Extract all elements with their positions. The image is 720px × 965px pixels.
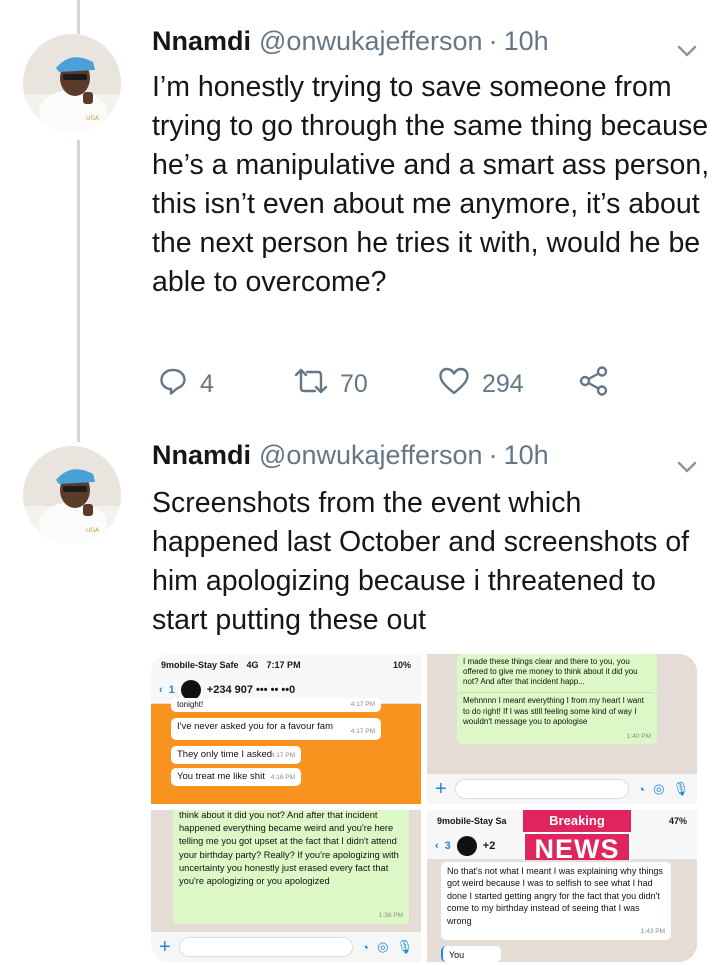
back-icon: ‹ <box>159 683 163 696</box>
status-time: 7:17 PM <box>266 660 301 670</box>
signal-carrier: 9mobile-Stay Sa <box>437 816 507 826</box>
tweet-2[interactable]: UGA Nnamdi @onwukajefferson · 10h Screen… <box>0 440 720 965</box>
phone-status-bar: 9mobile-Stay Safe 4G 7:17 PM 10% <box>151 654 421 676</box>
plus-icon[interactable]: + <box>159 937 171 957</box>
tweet-header: Nnamdi @onwukajefferson · 10h <box>152 440 549 480</box>
battery-level: 10% <box>392 660 411 670</box>
timestamp[interactable]: 10h <box>504 440 549 471</box>
message-input-bar: + ◔ ◎ 🎙 <box>151 932 421 962</box>
handle[interactable]: @onwukajefferson <box>259 26 483 57</box>
back-count: 3 <box>444 839 451 852</box>
reply-count: 4 <box>200 369 214 398</box>
camera-icon[interactable]: ◎ <box>377 939 388 955</box>
message-input-bar: + ◔ ◎ 🎙 <box>427 774 697 804</box>
avatar[interactable]: UGA <box>23 446 121 544</box>
mic-icon[interactable]: 🎙 <box>396 939 413 955</box>
signal-carrier: 9mobile-Stay Safe <box>161 660 239 670</box>
partial-message: tonight! 4:17 PM <box>171 698 381 712</box>
camera-icon[interactable]: ◎ <box>653 781 664 797</box>
plus-icon[interactable]: + <box>435 779 447 799</box>
tweet-header: Nnamdi @onwukajefferson · 10h <box>152 26 549 66</box>
sticker-icon[interactable]: ◔ <box>361 940 369 955</box>
share-icon <box>578 365 610 404</box>
display-name[interactable]: Nnamdi <box>152 440 251 471</box>
news-overlay: NEWS <box>523 832 631 864</box>
mic-icon[interactable]: 🎙 <box>672 781 689 797</box>
like-count: 294 <box>482 369 524 398</box>
screenshot-1[interactable]: 9mobile-Stay Safe 4G 7:17 PM 10% ‹ 1 +23… <box>151 654 421 804</box>
separator-dot: · <box>488 26 498 56</box>
contact-avatar <box>180 679 201 700</box>
message-bubble: I made these things clear and there to y… <box>457 654 657 696</box>
breaking-overlay: Breaking <box>523 810 631 832</box>
message-bubble: I've never asked you for a favour fam 4:1… <box>171 718 381 740</box>
sticker-icon[interactable]: ◔ <box>637 782 645 797</box>
tweet-text: I’m honestly trying to save someone from… <box>152 71 710 298</box>
back-count: 1 <box>168 683 175 696</box>
contact-number: +2 <box>482 839 496 852</box>
chevron-down-icon[interactable] <box>674 38 700 64</box>
contact-avatar <box>456 835 477 856</box>
tweet-1[interactable]: UGA Nnamdi @onwukajefferson · 10h I’m ho… <box>0 0 720 440</box>
message-bubble: You <box>441 946 501 962</box>
tweet-text: Screenshots from the event which happene… <box>152 487 690 636</box>
network-type: 4G <box>246 660 259 670</box>
message-input[interactable] <box>178 937 354 957</box>
media-grid[interactable]: 9mobile-Stay Safe 4G 7:17 PM 10% ‹ 1 +23… <box>151 654 697 962</box>
like-button[interactable]: 294 <box>438 362 524 406</box>
share-button[interactable] <box>578 362 610 406</box>
message-input[interactable] <box>454 779 630 799</box>
svg-text:UGA: UGA <box>86 527 100 534</box>
avatar[interactable]: UGA <box>23 34 121 132</box>
display-name[interactable]: Nnamdi <box>152 26 251 57</box>
message-bubble: They only time I asked 4:17 PM <box>171 746 301 764</box>
tweet-actions: 4 70 294 <box>152 362 622 406</box>
chevron-down-icon[interactable] <box>674 454 700 480</box>
screenshot-3[interactable]: think about it did you not? And after th… <box>151 810 421 962</box>
back-icon: ‹ <box>435 839 439 852</box>
message-bubble: No that's not what I meant I was explain… <box>441 862 671 940</box>
svg-text:UGA: UGA <box>86 115 100 122</box>
screenshot-4[interactable]: 9mobile-Stay Sa 47% ‹ 3 +2 Breaking NEWS… <box>427 810 697 962</box>
retweet-icon <box>294 366 328 403</box>
chat-background: tonight! 4:17 PM I've never asked you for… <box>151 698 421 804</box>
heart-icon <box>438 366 470 403</box>
handle[interactable]: @onwukajefferson <box>259 440 483 471</box>
battery-level: 47% <box>668 816 687 826</box>
separator-dot: · <box>488 440 498 470</box>
retweet-count: 70 <box>340 369 368 398</box>
retweet-button[interactable]: 70 <box>294 362 368 406</box>
message-bubble: Mehnnnn I meant everything I from my hea… <box>457 692 657 744</box>
message-bubble: You treat me like shit 4:18 PM <box>171 768 301 786</box>
message-bubble: think about it did you not? And after th… <box>173 810 409 924</box>
reply-icon <box>158 366 188 403</box>
screenshot-2[interactable]: I made these things clear and there to y… <box>427 654 697 804</box>
contact-number: +234 907 ••• •• ••0 <box>206 683 296 696</box>
timestamp[interactable]: 10h <box>504 26 549 57</box>
reply-button[interactable]: 4 <box>158 362 214 406</box>
